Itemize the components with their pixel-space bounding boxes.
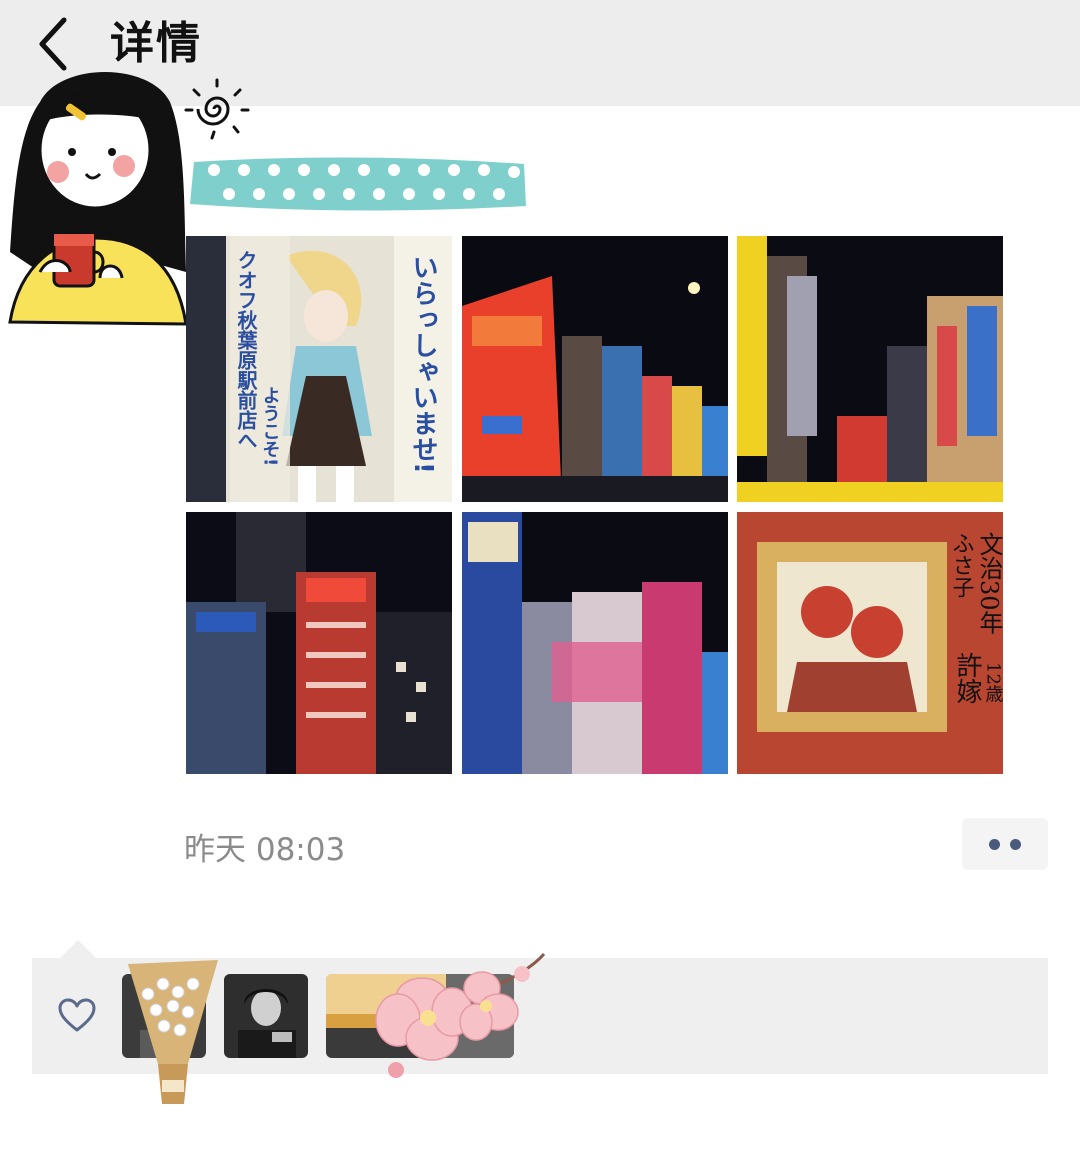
- flower-bouquet-sticker-icon: [128, 960, 218, 1104]
- heart-outline-icon: [58, 998, 96, 1032]
- likes-panel-caret: [60, 940, 96, 958]
- photo-framed-painting[interactable]: 文治30年 ふさ子 許嫁 12歳: [737, 512, 1003, 778]
- photo-akihabara-street-4[interactable]: [462, 512, 728, 778]
- sun-doodle-icon: [184, 78, 250, 140]
- cherry-blossom-sticker-icon: [375, 953, 546, 1078]
- more-actions-button[interactable]: [962, 818, 1048, 870]
- post-timestamp: 昨天 08:03: [184, 832, 346, 868]
- photo-grid: いらっしゃいませ! クオフ秋葉原駅前店へ ようこそ! 文治30年 ふさ子 許嫁 …: [186, 236, 1004, 774]
- photo-akihabara-street-3[interactable]: [186, 512, 452, 778]
- svg-text:ようこそ!: ようこそ!: [260, 386, 281, 466]
- svg-text:文治30年: 文治30年: [975, 532, 1003, 635]
- svg-text:許嫁: 許嫁: [952, 652, 982, 704]
- svg-text:ふさ子: ふさ子: [949, 532, 974, 598]
- photo-akihabara-street-1[interactable]: [462, 236, 728, 502]
- avatar-like-2[interactable]: [224, 974, 308, 1058]
- svg-text:クオフ秋葉原駅前店へ: クオフ秋葉原駅前店へ: [234, 250, 258, 450]
- photo-akihabara-street-2[interactable]: [737, 236, 1003, 502]
- svg-text:いらっしゃいませ!: いらっしゃいませ!: [408, 254, 438, 474]
- photo-anime-banner[interactable]: いらっしゃいませ! クオフ秋葉原駅前店へ ようこそ!: [186, 236, 452, 502]
- svg-text:12歳: 12歳: [983, 662, 1004, 703]
- girl-with-cup-sticker-icon: [8, 72, 188, 326]
- polka-dot-tape-icon: [190, 157, 526, 211]
